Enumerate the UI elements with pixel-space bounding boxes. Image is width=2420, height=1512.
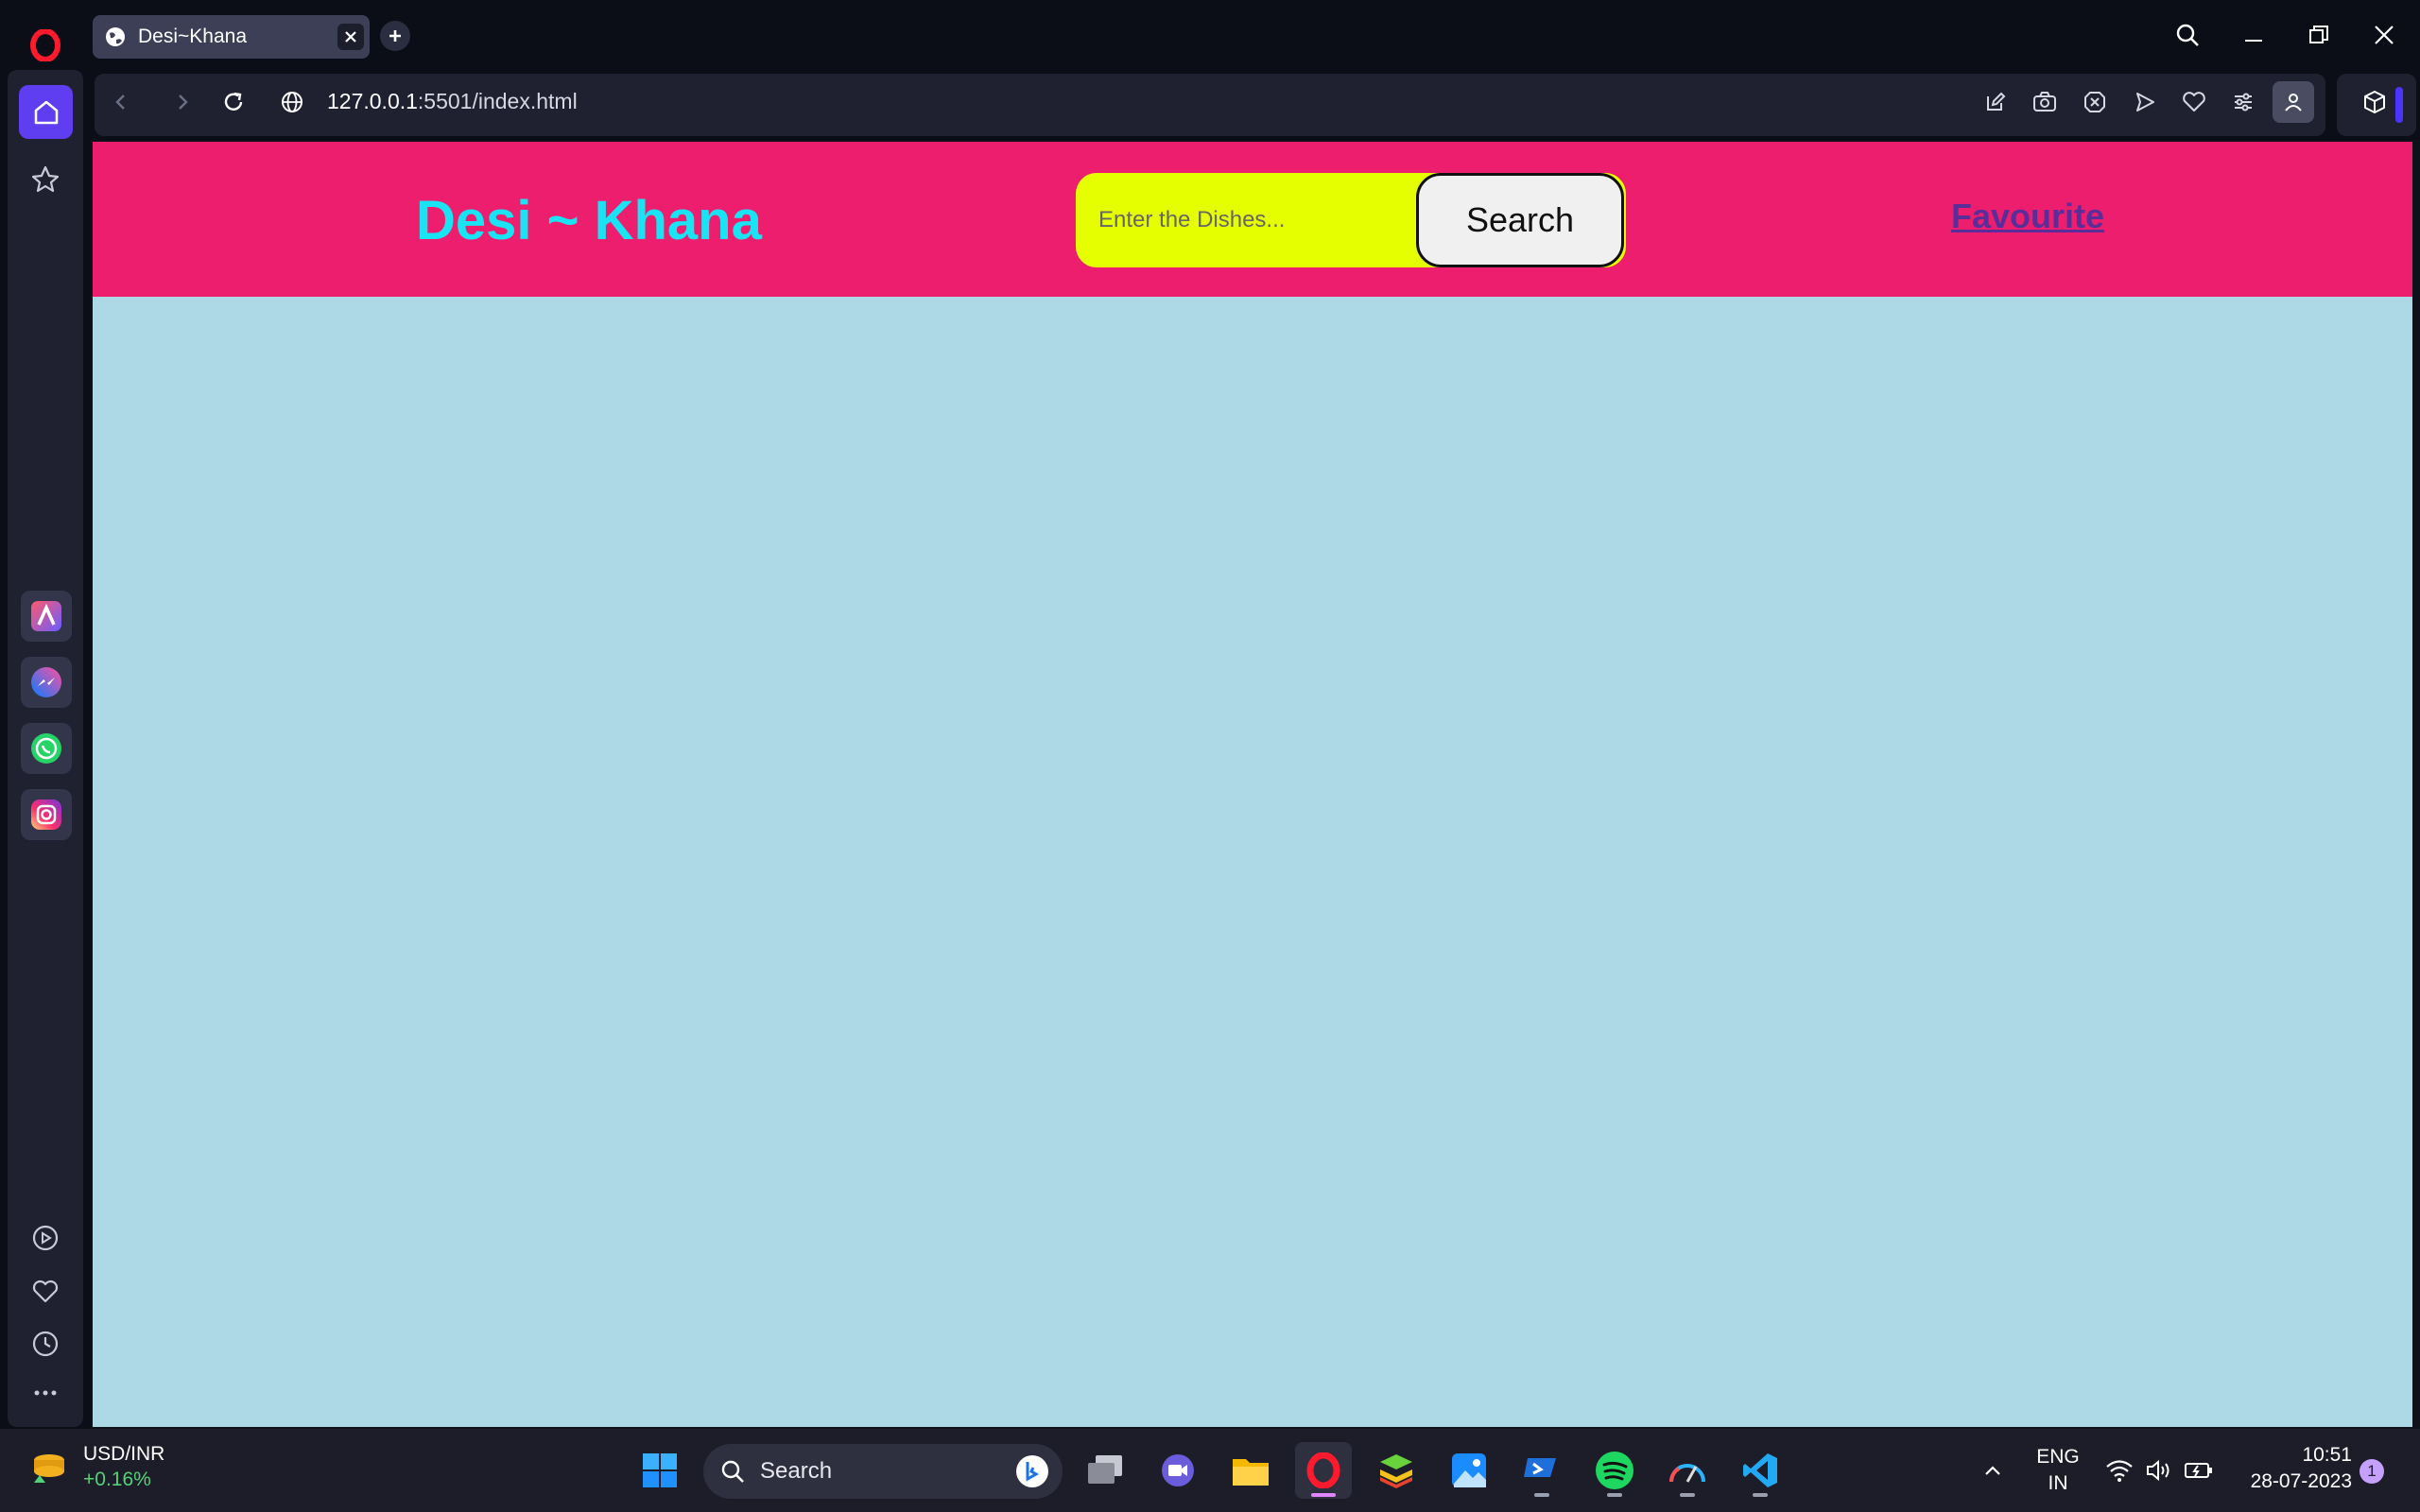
tab-title: Desi~Khana [138,26,247,47]
home-icon[interactable] [19,85,73,139]
url-host: 127.0.0.1 [327,89,418,113]
new-tab-button[interactable] [380,21,410,51]
profile-icon[interactable] [2273,81,2314,123]
search-tabs-icon[interactable] [2166,13,2209,57]
search-button[interactable]: Search [1416,173,1624,267]
easy-setup-icon[interactable] [2227,86,2259,118]
minimize-icon[interactable] [2232,13,2275,57]
start-windows-icon[interactable] [631,1442,688,1499]
speedometer-app-icon[interactable] [1659,1442,1716,1499]
task-view-icon[interactable] [1077,1442,1133,1499]
currency-pair: USD/INR [83,1443,165,1465]
site-brand[interactable]: Desi ~ Khana [416,189,762,252]
file-explorer-icon[interactable] [1222,1442,1279,1499]
tab-desi-khana[interactable]: Desi~Khana [93,15,370,59]
site-info-globe-icon[interactable] [276,86,308,118]
photos-icon[interactable] [1441,1442,1497,1499]
messenger-app-icon[interactable] [21,657,72,708]
currency-widget[interactable]: USD/INR +0.16% [25,1442,164,1493]
show-hidden-icons-chevron-icon[interactable] [1964,1442,2021,1499]
notification-badge[interactable]: 1 [2360,1459,2384,1484]
restore-icon[interactable] [2297,13,2341,57]
opera-logo-icon[interactable] [26,26,64,64]
taskbar-search[interactable]: Search [703,1444,1063,1499]
close-window-icon[interactable] [2362,13,2406,57]
windows-taskbar: USD/INR +0.16% Search ENG IN 10:51 28-07… [0,1429,2420,1512]
address-toolbar: 127.0.0.1:5501/index.html [91,70,2420,140]
extensions-cube-icon[interactable] [2359,86,2391,118]
vscode-icon[interactable] [1732,1442,1789,1499]
page-viewport: Desi ~ Khana Search Favourite [93,142,2412,1427]
globe-icon [104,26,127,48]
currency-change: +0.16% [83,1469,151,1490]
clock[interactable]: 10:51 28-07-2023 [2229,1442,2352,1495]
back-icon[interactable] [105,86,137,118]
camera-icon[interactable] [2029,86,2061,118]
region-code: IN [2048,1472,2068,1494]
sidebar-toggle-indicator[interactable] [2395,87,2403,123]
ad-blocker-icon[interactable] [2079,86,2111,118]
bookmark-heart-icon[interactable] [2178,86,2210,118]
url-text[interactable]: 127.0.0.1:5501/index.html [327,89,578,114]
close-tab-icon[interactable] [337,24,364,50]
teams-chat-icon[interactable] [1150,1442,1206,1499]
clock-date: 28-07-2023 [2250,1470,2352,1492]
history-clock-icon[interactable] [26,1325,64,1363]
player-icon[interactable] [26,1219,64,1257]
language-code: ENG [2036,1446,2080,1468]
bookmarks-heart-icon[interactable] [26,1272,64,1310]
opera-taskbar-icon[interactable] [1295,1442,1352,1499]
spotify-icon[interactable] [1586,1442,1643,1499]
browser-sidebar [0,0,91,1429]
bing-icon [1015,1454,1049,1488]
site-header: Desi ~ Khana Search Favourite [93,142,2412,297]
input-language[interactable]: ENG IN [2032,1444,2083,1497]
bluestacks-icon[interactable] [1368,1442,1425,1499]
favourite-link[interactable]: Favourite [1951,197,2104,236]
coins-icon [25,1445,70,1490]
aria-app-icon[interactable] [21,591,72,642]
remote-desktop-icon[interactable] [1513,1442,1570,1499]
search-icon [720,1459,745,1484]
reload-icon[interactable] [217,86,250,118]
whatsapp-app-icon[interactable] [21,723,72,774]
clock-time: 10:51 [2302,1444,2352,1466]
dish-search-input[interactable] [1098,192,1410,249]
instagram-app-icon[interactable] [21,789,72,840]
taskbar-search-label: Search [760,1458,833,1484]
battery-charging-icon[interactable] [2170,1442,2227,1499]
more-options-icon[interactable] [26,1374,64,1412]
tab-strip: Desi~Khana [91,0,2420,70]
send-share-icon[interactable] [2129,86,2161,118]
snapshot-edit-icon[interactable] [1979,86,2012,118]
url-path: :5501/index.html [417,89,578,113]
forward-icon[interactable] [166,86,199,118]
speed-dial-star-icon[interactable] [26,161,64,198]
